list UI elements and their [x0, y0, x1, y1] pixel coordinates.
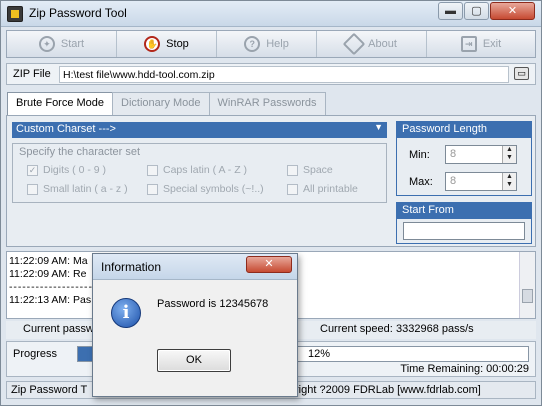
toolbar: ✦ Start ✋ Stop ? Help About ⇥ Exit [6, 30, 536, 58]
about-button[interactable]: About [317, 31, 427, 57]
current-speed-value: 3332968 pass/s [396, 323, 474, 335]
dialog-title: Information [101, 260, 162, 274]
zip-file-path-input[interactable]: H:\test file\www.hdd-tool.com.zip [59, 66, 509, 83]
checkbox-printable-label: All printable [303, 183, 358, 195]
information-dialog: Information ✕ i Password is 12345678 OK [92, 253, 298, 397]
checkbox-small-latin[interactable]: Small latin ( a - z ) [27, 183, 128, 195]
charset-group: Specify the character set ✓ Digits ( 0 -… [12, 143, 387, 203]
checkbox-icon [287, 164, 298, 176]
open-folder-icon[interactable]: ▭ [514, 67, 529, 80]
min-length-label: Min: [409, 148, 430, 161]
max-length-label: Max: [409, 175, 433, 188]
minimize-button[interactable]: ▬ [438, 2, 463, 20]
start-from-header: Start From [397, 203, 531, 219]
about-label: About [368, 38, 397, 50]
min-length-row: Min: 8 ▲ ▼ [409, 145, 517, 164]
password-length-group: Password Length Min: 8 ▲ ▼ Max: 8 ▲ ▼ [396, 121, 532, 196]
title-bar[interactable]: Zip Password Tool ▬ ▢ ✕ [1, 1, 541, 27]
tab-brute-force[interactable]: Brute Force Mode [7, 92, 114, 117]
checkbox-special-label: Special symbols (~!..) [163, 183, 264, 195]
checkbox-space[interactable]: Space [287, 164, 333, 176]
log-scrollbar[interactable] [519, 252, 535, 318]
progress-label: Progress [13, 348, 58, 360]
app-icon [7, 6, 23, 22]
ok-button[interactable]: OK [157, 349, 231, 372]
dialog-close-button[interactable]: ✕ [246, 256, 292, 273]
checkbox-icon [27, 183, 38, 195]
checkbox-small-label: Small latin ( a - z ) [43, 183, 128, 195]
max-length-stepper[interactable]: 8 ▲ ▼ [445, 172, 517, 191]
spinner-arrows-icon[interactable]: ▲ ▼ [502, 173, 516, 190]
checkbox-checked-icon: ✓ [27, 164, 38, 176]
help-label: Help [266, 38, 289, 50]
current-password-label: Current passw [23, 323, 94, 335]
start-from-group: Start From [396, 202, 532, 244]
dialog-title-bar[interactable]: Information ✕ [93, 254, 297, 280]
checkbox-special-symbols[interactable]: Special symbols (~!..) [147, 183, 264, 195]
start-icon: ✦ [38, 36, 55, 52]
window-title: Zip Password Tool [29, 6, 127, 20]
checkbox-icon [147, 164, 158, 176]
chevron-down-icon: ▼ [374, 122, 383, 132]
dialog-message: Password is 12345678 [157, 298, 269, 310]
start-label: Start [60, 38, 85, 50]
scrollbar-thumb[interactable] [522, 289, 533, 303]
zip-file-row: ZIP File H:\test file\www.hdd-tool.com.z… [6, 63, 536, 85]
exit-label: Exit [482, 38, 502, 50]
spinner-arrows-icon[interactable]: ▲ ▼ [502, 146, 516, 163]
checkbox-digits[interactable]: ✓ Digits ( 0 - 9 ) [27, 164, 106, 176]
maximize-button[interactable]: ▢ [464, 2, 489, 20]
max-length-value: 8 [450, 175, 457, 187]
exit-button[interactable]: ⇥ Exit [427, 31, 535, 57]
progress-percent: 12% [308, 348, 331, 360]
checkbox-digits-label: Digits ( 0 - 9 ) [43, 164, 107, 176]
checkbox-space-label: Space [303, 164, 333, 176]
about-icon [342, 32, 366, 56]
stop-button[interactable]: ✋ Stop [117, 31, 217, 57]
status-bar-right: right ?2009 FDRLab [www.fdrlab.com] [295, 384, 481, 396]
charset-selected-value: Custom Charset ---> [16, 123, 116, 135]
brute-force-panel: Custom Charset ---> ▼ Specify the charac… [6, 115, 536, 247]
max-length-row: Max: 8 ▲ ▼ [409, 172, 517, 191]
status-bar-left: Zip Password T [11, 384, 88, 396]
help-icon: ? [244, 36, 261, 52]
checkbox-all-printable[interactable]: All printable [287, 183, 358, 195]
start-button[interactable]: ✦ Start [7, 31, 117, 57]
info-icon: i [111, 298, 141, 328]
charset-legend: Specify the character set [19, 146, 141, 158]
log-line: 11:22:09 AM: Re [9, 268, 87, 280]
start-from-input[interactable] [403, 222, 525, 240]
min-length-stepper[interactable]: 8 ▲ ▼ [445, 145, 517, 164]
stop-icon: ✋ [144, 36, 161, 52]
log-line: 11:22:09 AM: Ma [9, 255, 88, 267]
help-button[interactable]: ? Help [217, 31, 317, 57]
log-line: 11:22:13 AM: Pas [9, 294, 92, 306]
checkbox-caps-label: Caps latin ( A - Z ) [163, 164, 248, 176]
exit-icon: ⇥ [460, 36, 477, 52]
time-remaining: Time Remaining: 00:00:29 [400, 363, 529, 375]
current-speed-label: Current speed: [320, 323, 393, 335]
close-button[interactable]: ✕ [490, 2, 535, 20]
checkbox-icon [287, 183, 298, 195]
charset-select[interactable]: Custom Charset ---> ▼ [12, 122, 387, 138]
mode-tabs: Brute Force Mode Dictionary Mode WinRAR … [7, 92, 326, 117]
stop-label: Stop [166, 38, 189, 50]
checkbox-icon [147, 183, 158, 195]
zip-file-label: ZIP File [13, 68, 51, 80]
tab-winrar-passwords[interactable]: WinRAR Passwords [208, 92, 326, 116]
password-length-header: Password Length [397, 122, 531, 138]
checkbox-caps-latin[interactable]: Caps latin ( A - Z ) [147, 164, 247, 176]
tab-dictionary[interactable]: Dictionary Mode [112, 92, 210, 116]
min-length-value: 8 [450, 148, 457, 160]
